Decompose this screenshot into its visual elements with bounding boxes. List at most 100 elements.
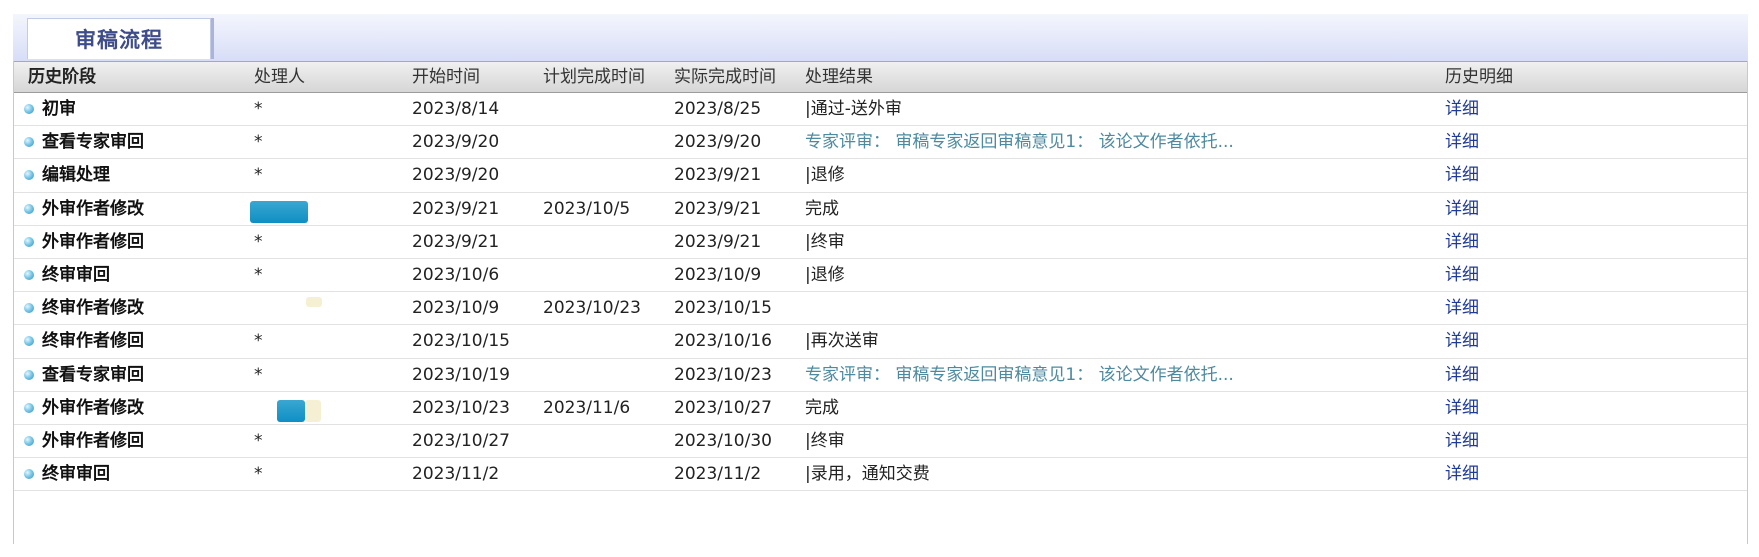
table-header: 历史阶段 处理人 开始时间 计划完成时间 实际完成时间 处理结果 历史明细	[14, 61, 1747, 93]
result-cell: |终审	[805, 430, 845, 451]
result-cell: |再次送审	[805, 331, 879, 352]
result-expert-review-link[interactable]: 专家评审： 审稿专家返回审稿意见1： 该论文作者依托...	[805, 126, 1234, 159]
actual-time-cell: 2023/9/21	[674, 198, 762, 219]
start-time-cell: 2023/10/19	[412, 364, 510, 385]
bullet-icon	[24, 303, 34, 314]
start-time-cell: 2023/11/2	[412, 464, 500, 485]
stage-cell: 终审审回	[42, 464, 110, 485]
result-cell: |退修	[805, 165, 845, 186]
header-handler: 处理人	[254, 67, 305, 87]
actual-time-cell: 2023/10/27	[674, 397, 772, 418]
table-row: 外审作者修回 * 2023/10/27 2023/10/30 |终审 详细	[14, 425, 1747, 459]
bullet-icon	[24, 336, 34, 347]
start-time-cell: 2023/9/21	[412, 231, 500, 252]
actual-time-cell: 2023/10/15	[674, 298, 772, 319]
start-time-cell: 2023/10/6	[412, 264, 500, 285]
handler-cell: *	[254, 331, 263, 352]
redacted-handler	[306, 297, 322, 308]
handler-cell: *	[254, 264, 263, 285]
start-time-cell: 2023/9/20	[412, 165, 500, 186]
start-time-cell: 2023/10/9	[412, 298, 500, 319]
stage-cell: 查看专家审回	[42, 364, 144, 385]
result-cell: 完成	[805, 198, 839, 219]
detail-link[interactable]: 详细	[1445, 292, 1479, 325]
handler-cell: *	[254, 430, 263, 451]
table-row: 查看专家审回 * 2023/10/19 2023/10/23 专家评审： 审稿专…	[14, 359, 1747, 392]
stage-cell: 查看专家审回	[42, 132, 144, 153]
planned-time-cell: 2023/10/23	[543, 298, 641, 319]
table-row: 外审作者修回 * 2023/9/21 2023/9/21 |终审 详细	[14, 226, 1747, 259]
stage-cell: 外审作者修改	[42, 397, 144, 418]
actual-time-cell: 2023/10/16	[674, 331, 772, 352]
result-cell: |录用，通知交费	[805, 464, 930, 485]
table-row: 终审审回 * 2023/11/2 2023/11/2 |录用，通知交费 详细	[14, 458, 1747, 492]
detail-link[interactable]: 详细	[1445, 425, 1479, 458]
start-time-cell: 2023/10/15	[412, 331, 510, 352]
result-expert-review-link[interactable]: 专家评审： 审稿专家返回审稿意见1： 该论文作者依托...	[805, 359, 1234, 392]
result-cell: 完成	[805, 397, 839, 418]
actual-time-cell: 2023/11/2	[674, 464, 762, 485]
handler-cell: *	[254, 99, 263, 119]
actual-time-cell: 2023/10/23	[674, 364, 772, 385]
header-history-detail: 历史明细	[1445, 67, 1513, 87]
detail-link[interactable]: 详细	[1445, 126, 1479, 159]
bullet-icon	[24, 435, 34, 446]
start-time-cell: 2023/10/27	[412, 430, 510, 451]
table-row: 查看专家审回 * 2023/9/20 2023/9/20 专家评审： 审稿专家返…	[14, 126, 1747, 160]
table-body: 初审 * 2023/8/14 2023/8/25 |通过-送外审 详细 查看专家…	[14, 93, 1747, 492]
result-cell: |通过-送外审	[805, 99, 902, 119]
start-time-cell: 2023/10/23	[412, 397, 510, 418]
detail-link[interactable]: 详细	[1445, 392, 1479, 425]
bullet-icon	[24, 203, 34, 214]
start-time-cell: 2023/8/14	[412, 99, 500, 119]
header-start-time: 开始时间	[412, 67, 480, 87]
actual-time-cell: 2023/10/30	[674, 430, 772, 451]
bullet-icon	[24, 137, 34, 148]
stage-cell: 外审作者修改	[42, 198, 144, 219]
start-time-cell: 2023/9/20	[412, 132, 500, 153]
bullet-icon	[24, 269, 34, 280]
detail-link[interactable]: 详细	[1445, 226, 1479, 259]
header-result: 处理结果	[805, 67, 873, 87]
stage-cell: 初审	[42, 99, 76, 119]
planned-time-cell: 2023/10/5	[543, 198, 631, 219]
header-actual-completion: 实际完成时间	[674, 67, 776, 87]
detail-link[interactable]: 详细	[1445, 259, 1479, 292]
handler-cell: *	[254, 464, 263, 485]
stage-cell: 外审作者修回	[42, 430, 144, 451]
detail-link[interactable]: 详细	[1445, 359, 1479, 392]
bullet-icon	[24, 369, 34, 380]
table-row: 终审审回 * 2023/10/6 2023/10/9 |退修 详细	[14, 259, 1747, 293]
header-planned-completion: 计划完成时间	[543, 67, 645, 87]
header-stage: 历史阶段	[28, 67, 96, 87]
table-row: 编辑处理 * 2023/9/20 2023/9/21 |退修 详细	[14, 159, 1747, 193]
detail-link[interactable]: 详细	[1445, 193, 1479, 226]
stage-cell: 编辑处理	[42, 165, 110, 186]
redacted-handler	[305, 399, 321, 422]
handler-cell: *	[254, 132, 263, 153]
bullet-icon	[24, 469, 34, 480]
table-row: 初审 * 2023/8/14 2023/8/25 |通过-送外审 详细	[14, 93, 1747, 127]
actual-time-cell: 2023/9/21	[674, 165, 762, 186]
actual-time-cell: 2023/8/25	[674, 99, 762, 119]
tab-review-process[interactable]: 审稿流程	[27, 18, 211, 59]
history-table: 历史阶段 处理人 开始时间 计划完成时间 实际完成时间 处理结果 历史明细 初审…	[13, 61, 1748, 544]
tab-bar: 审稿流程	[13, 14, 1748, 61]
table-row: 外审作者修改 2023/9/21 2023/10/5 2023/9/21 完成 …	[14, 193, 1747, 226]
redacted-handler	[250, 200, 308, 223]
detail-link[interactable]: 详细	[1445, 159, 1479, 192]
review-process-panel: 审稿流程 历史阶段 处理人 开始时间 计划完成时间 实际完成时间 处理结果 历史…	[13, 14, 1748, 544]
redacted-handler	[277, 399, 305, 422]
detail-link[interactable]: 详细	[1445, 325, 1479, 358]
detail-link[interactable]: 详细	[1445, 458, 1479, 491]
handler-cell: *	[254, 165, 263, 186]
actual-time-cell: 2023/10/9	[674, 264, 762, 285]
stage-cell: 终审审回	[42, 264, 110, 285]
stage-cell: 外审作者修回	[42, 231, 144, 252]
detail-link[interactable]: 详细	[1445, 93, 1479, 126]
start-time-cell: 2023/9/21	[412, 198, 500, 219]
table-row: 终审作者修改 2023/10/9 2023/10/23 2023/10/15 详…	[14, 292, 1747, 326]
bullet-icon	[24, 170, 34, 181]
actual-time-cell: 2023/9/20	[674, 132, 762, 153]
table-row: 终审作者修回 * 2023/10/15 2023/10/16 |再次送审 详细	[14, 325, 1747, 359]
